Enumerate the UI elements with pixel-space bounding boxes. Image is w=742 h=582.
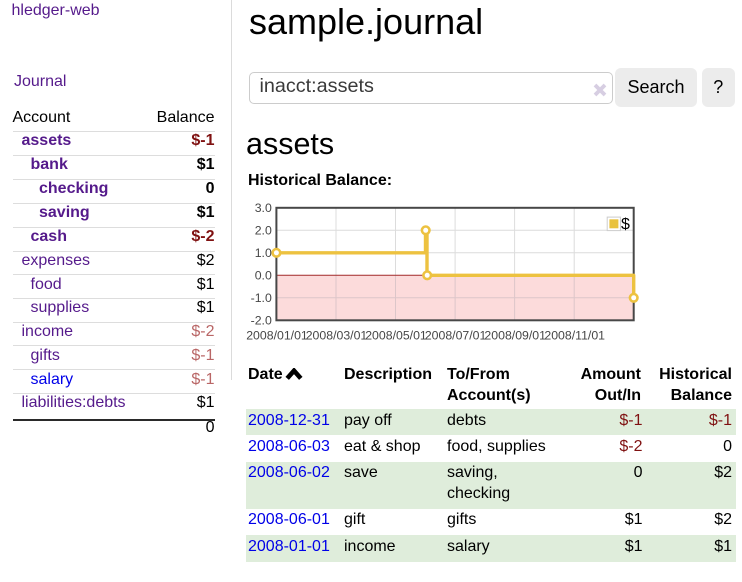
svg-text:2.0: 2.0 [255, 224, 272, 238]
svg-text:2008/09/01: 2008/09/01 [484, 329, 546, 343]
svg-text:-1.0: -1.0 [251, 291, 272, 305]
svg-text:2008/01/01: 2008/01/01 [246, 329, 308, 343]
svg-text:1.0: 1.0 [255, 246, 272, 260]
svg-text:$: $ [621, 216, 630, 233]
svg-text:2008/07/01: 2008/07/01 [425, 329, 487, 343]
svg-text:2008/11/01: 2008/11/01 [544, 329, 605, 343]
svg-text:2008/03/01: 2008/03/01 [306, 329, 368, 343]
svg-text:0.0: 0.0 [255, 269, 272, 283]
svg-text:-2.0: -2.0 [251, 314, 272, 328]
svg-text:3.0: 3.0 [255, 201, 272, 215]
svg-text:2008/05/01: 2008/05/01 [365, 329, 427, 343]
